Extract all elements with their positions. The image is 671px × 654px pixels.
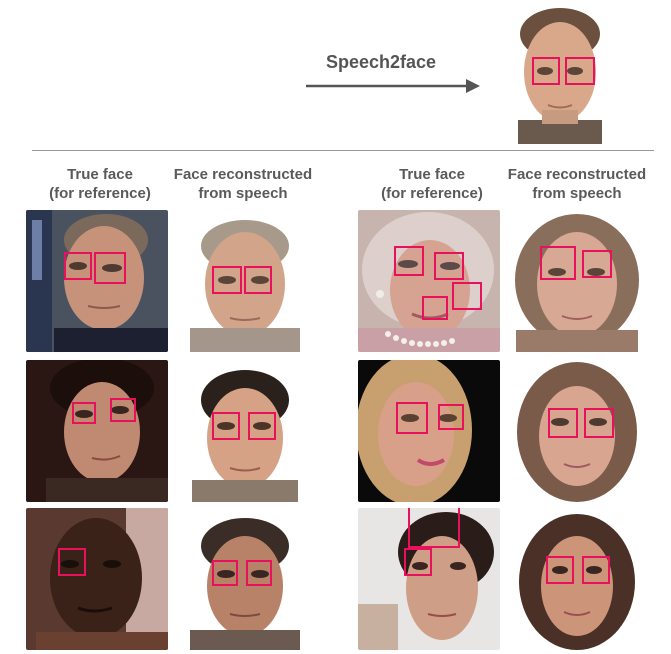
highlight-box [548, 408, 578, 438]
true-face-photo [26, 210, 168, 352]
highlight-box [584, 408, 614, 438]
true-face-photo [26, 360, 168, 502]
highlight-box [532, 57, 560, 85]
reconstructed-face-image [174, 360, 316, 502]
highlight-box [246, 560, 272, 586]
highlight-box [58, 548, 86, 576]
right-arrow-icon [306, 79, 480, 93]
highlight-box [434, 252, 464, 280]
highlight-box [582, 556, 610, 584]
speech2face-label: Speech2face [326, 52, 437, 72]
highlight-box [452, 282, 482, 310]
highlight-box [72, 402, 96, 424]
header-true-face-left: True face (for reference) [49, 166, 151, 202]
output-face-top [508, 6, 612, 144]
highlight-box [212, 412, 240, 440]
header-true-face-right: True face (for reference) [381, 166, 483, 202]
highlight-box [546, 556, 574, 584]
highlight-box [565, 57, 595, 85]
true-face-photo [358, 508, 500, 650]
highlight-box [212, 560, 238, 586]
highlight-box [540, 246, 576, 280]
reconstructed-face-image [506, 508, 648, 650]
highlight-box [64, 252, 92, 280]
reconstructed-face-image [506, 360, 648, 502]
highlight-box [94, 252, 126, 284]
highlight-box [422, 296, 448, 320]
reconstructed-face-image [174, 508, 316, 650]
header-reconstructed-left: Face reconstructed from speech [173, 166, 313, 202]
highlight-box [248, 412, 276, 440]
highlight-box [408, 508, 460, 548]
speech-waveform [29, 34, 298, 138]
reconstructed-face-image [506, 210, 648, 352]
reconstructed-face-image [174, 210, 316, 352]
true-face-photo [26, 508, 168, 650]
highlight-box [404, 548, 432, 576]
header-reconstructed-right: Face reconstructed from speech [507, 166, 647, 202]
highlight-box [394, 246, 424, 276]
highlight-box [396, 402, 428, 434]
section-divider [32, 150, 654, 151]
true-face-photo [358, 360, 500, 502]
highlight-box [244, 266, 272, 294]
highlight-box [582, 250, 612, 278]
highlight-box [212, 266, 242, 294]
true-face-photo [358, 210, 500, 352]
highlight-box [110, 398, 136, 422]
highlight-box [438, 404, 464, 430]
